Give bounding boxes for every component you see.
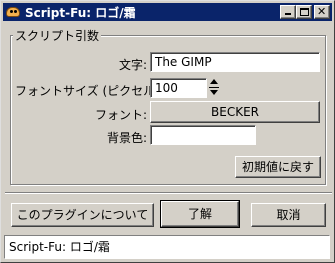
- font-select-button[interactable]: BECKER: [150, 101, 320, 123]
- text-input[interactable]: The GIMP: [150, 52, 320, 72]
- minimize-icon: [285, 13, 291, 15]
- separator: [5, 192, 332, 194]
- minimize-button[interactable]: [280, 5, 296, 19]
- font-size-label: フォントサイズ (ピクセル):: [15, 84, 164, 98]
- script-fu-dialog: Script-Fu: ロゴ/霜 ✕ スクリプト引数 文字: The GIMP フ…: [0, 0, 335, 263]
- background-color-button[interactable]: [150, 125, 256, 145]
- close-button[interactable]: ✕: [314, 5, 330, 19]
- close-icon: ✕: [317, 5, 327, 18]
- ok-button[interactable]: 了解: [160, 200, 240, 228]
- font-size-input[interactable]: 100: [150, 78, 207, 98]
- font-size-spinner[interactable]: [209, 78, 219, 98]
- spin-up-icon[interactable]: [210, 79, 218, 84]
- spin-down-icon[interactable]: [210, 90, 218, 95]
- window-title: Script-Fu: ロゴ/霜: [25, 5, 136, 20]
- title-bar[interactable]: Script-Fu: ロゴ/霜 ✕: [3, 3, 332, 21]
- background-color-label: 背景色:: [106, 131, 147, 145]
- about-plugin-button[interactable]: このプラグインについて: [11, 203, 154, 227]
- font-label: フォント:: [94, 108, 147, 122]
- reset-defaults-button[interactable]: 初期値に戻す: [235, 156, 321, 178]
- status-bar: Script-Fu: ロゴ/霜: [4, 235, 330, 259]
- maximize-button[interactable]: [296, 5, 312, 19]
- frame-legend: スクリプト引数: [13, 27, 102, 44]
- maximize-icon: [300, 8, 309, 16]
- text-label: 文字:: [118, 58, 147, 72]
- gimp-fox-icon: [5, 4, 21, 20]
- window-controls: ✕: [280, 5, 330, 19]
- cancel-button[interactable]: 取消: [251, 203, 326, 227]
